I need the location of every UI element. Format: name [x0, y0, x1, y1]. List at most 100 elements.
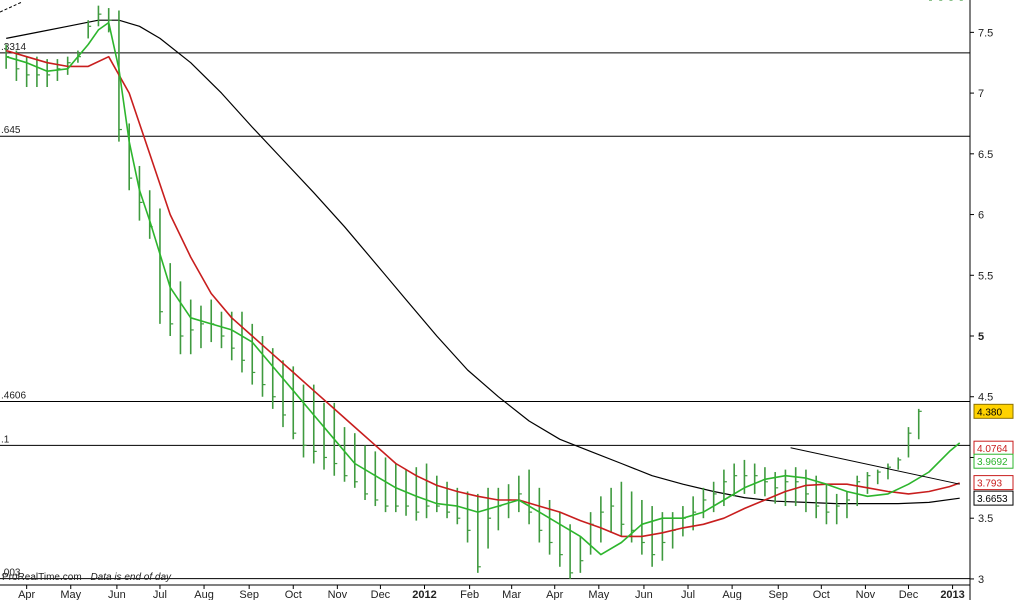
price-bar-51 — [528, 469, 533, 525]
price-bar-41 — [425, 463, 430, 519]
price-bar-88 — [907, 427, 912, 458]
price-bar-16 — [169, 263, 174, 337]
y-tick-label-3: 6 — [978, 210, 984, 222]
series-line-1 — [5, 21, 961, 556]
x-tick-label-15: Jul — [681, 589, 695, 600]
x-tick-label-20: Dec — [899, 589, 919, 600]
price-bar-73 — [753, 463, 758, 494]
price-bar-50 — [518, 475, 522, 513]
price-bar-59 — [610, 487, 615, 533]
price-bar-53 — [548, 499, 553, 555]
x-tick-label-16: Aug — [722, 589, 742, 600]
price-bar-18 — [189, 299, 194, 355]
price-bar-56 — [579, 536, 584, 573]
price-bar-21 — [220, 311, 225, 349]
price-bar-83 — [856, 475, 861, 507]
price-bar-74 — [764, 467, 768, 497]
y-tick-label-5: 5 — [978, 331, 984, 343]
price-bar-71 — [733, 463, 738, 497]
level-label-1: .645 — [1, 125, 21, 136]
price-bar-54 — [559, 512, 563, 567]
value-label-3: 3.6653 — [973, 490, 1014, 506]
footer-source: ProRealTime.com — [2, 572, 82, 583]
price-bar-35 — [364, 445, 369, 500]
x-tick-label-7: Nov — [328, 589, 348, 600]
series-line-3 — [6, 19, 960, 505]
y-tick-label-8: 3.5 — [978, 513, 993, 525]
y-tick-label-9: 3 — [978, 574, 984, 586]
price-bar-47 — [487, 487, 492, 549]
price-bar-58 — [600, 496, 604, 543]
x-tick-label-5: Sep — [239, 589, 259, 600]
x-tick-label-2: Jun — [108, 589, 126, 600]
price-bar-89 — [917, 408, 922, 440]
svg-text:3.9692: 3.9692 — [977, 457, 1008, 468]
price-bar-9 — [97, 5, 102, 27]
price-bar-69 — [712, 481, 717, 513]
price-chart: .3314.645.4606.1.003 7.576.565.554.543.5… — [0, 0, 1014, 600]
price-bar-72 — [743, 459, 748, 494]
x-tick-label-19: Nov — [856, 589, 876, 600]
x-tick-label-3: Jul — [153, 589, 167, 600]
price-bar-17 — [179, 281, 184, 355]
price-bar-64 — [661, 512, 666, 561]
svg-text:3.793: 3.793 — [977, 479, 1002, 490]
price-bar-49 — [507, 484, 512, 519]
x-tick-label-10: Feb — [460, 589, 479, 600]
svg-text:4.380: 4.380 — [977, 407, 1002, 418]
x-tick-label-14: Jun — [635, 589, 653, 600]
price-bar-19 — [200, 305, 204, 349]
price-bar-34 — [353, 433, 358, 488]
price-bar-61 — [630, 491, 635, 543]
price-bar-31 — [323, 402, 328, 470]
dashed-projection-line — [0, 1, 23, 13]
y-tick-label-2: 6.5 — [978, 149, 993, 161]
price-bar-52 — [538, 487, 543, 543]
price-bar-36 — [374, 451, 379, 507]
price-bar-24 — [251, 323, 256, 385]
x-tick-label-21: 2013 — [940, 589, 964, 600]
svg-text:3.6653: 3.6653 — [977, 494, 1008, 505]
price-bar-63 — [651, 506, 656, 567]
price-bar-20 — [210, 299, 215, 343]
price-bar-86 — [887, 463, 891, 480]
x-tick-label-0: Apr — [18, 589, 35, 600]
price-bar-43 — [446, 481, 451, 519]
y-tick-label-1: 7 — [978, 88, 984, 100]
footer-credit: ProRealTime.com Data is end of day — [2, 572, 172, 583]
price-bar-42 — [436, 475, 440, 513]
value-label-2: 3.793 — [973, 475, 1014, 491]
x-tick-label-8: Dec — [371, 589, 391, 600]
y-tick-label-0: 7.5 — [978, 27, 993, 39]
value-label-1: 3.9692 — [973, 453, 1014, 469]
price-bar-84 — [866, 472, 871, 494]
price-bar-30 — [312, 384, 317, 464]
level-label-3: .1 — [1, 434, 10, 445]
price-bar-45 — [466, 491, 471, 543]
x-tick-label-13: May — [588, 589, 609, 600]
price-bar-78 — [805, 469, 809, 513]
price-bar-27 — [282, 360, 287, 428]
price-bar-60 — [620, 481, 625, 537]
y-tick-label-4: 5.5 — [978, 270, 993, 282]
footer-note: Data is end of day — [90, 572, 172, 583]
price-bar-15 — [159, 208, 163, 324]
price-bar-48 — [497, 487, 502, 531]
x-tick-label-12: Apr — [546, 589, 563, 600]
price-bar-80 — [825, 484, 830, 525]
price-bar-81 — [835, 493, 840, 525]
price-badge: 4.380 — [973, 403, 1014, 419]
x-tick-label-17: Sep — [768, 589, 788, 600]
price-bar-68 — [702, 487, 707, 519]
price-bar-87 — [897, 457, 902, 470]
price-bar-23 — [241, 311, 245, 373]
price-bar-46 — [477, 493, 481, 573]
series-line-2 — [5, 49, 960, 538]
x-tick-label-11: Mar — [502, 589, 521, 600]
x-tick-label-1: May — [60, 589, 81, 600]
price-bar-2 — [25, 56, 30, 88]
value-label-0: 4.0764 — [973, 440, 1014, 456]
x-tick-label-4: Aug — [194, 589, 214, 600]
chart-container: .3314.645.4606.1.003 7.576.565.554.543.5… — [0, 0, 1015, 600]
price-bar-28 — [292, 366, 297, 440]
